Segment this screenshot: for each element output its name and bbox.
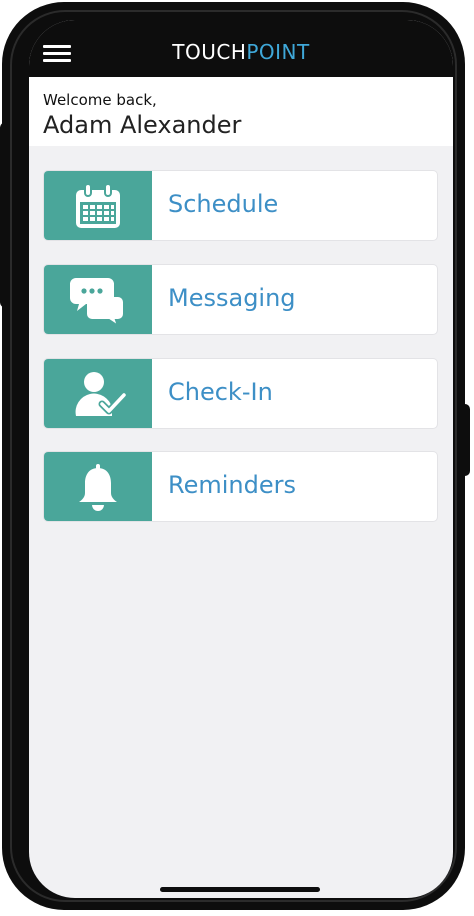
menu-icon-box (44, 171, 152, 240)
top-navbar: TOUCHPOINT (29, 20, 453, 77)
menu-item-label: Schedule (168, 190, 279, 218)
calendar-icon (76, 183, 120, 228)
app-title-part-1: TOUCH (172, 40, 247, 64)
user-check-icon (75, 372, 128, 416)
menu-item-check-in[interactable]: Check-In (43, 358, 438, 429)
menu-item-label: Reminders (168, 471, 296, 499)
welcome-greeting: Welcome back, (43, 91, 157, 109)
app-title: TOUCHPOINT (29, 40, 453, 64)
menu-item-schedule[interactable]: Schedule (43, 170, 438, 241)
menu-icon-box (44, 359, 152, 428)
menu-item-reminders[interactable]: Reminders (43, 451, 438, 522)
menu-item-label: Messaging (168, 284, 296, 312)
menu-item-messaging[interactable]: Messaging (43, 264, 438, 335)
menu-icon-box (44, 452, 152, 521)
chat-bubbles-icon (70, 278, 125, 326)
menu-item-label: Check-In (168, 378, 273, 406)
user-name: Adam Alexander (43, 111, 242, 139)
welcome-banner: Welcome back, Adam Alexander (29, 77, 453, 146)
bell-icon (79, 464, 117, 511)
app-screen: TOUCHPOINT Welcome back, Adam Alexander … (29, 20, 453, 898)
app-title-part-2: POINT (246, 40, 310, 64)
home-indicator[interactable] (160, 887, 320, 892)
menu-icon-box (44, 265, 152, 334)
